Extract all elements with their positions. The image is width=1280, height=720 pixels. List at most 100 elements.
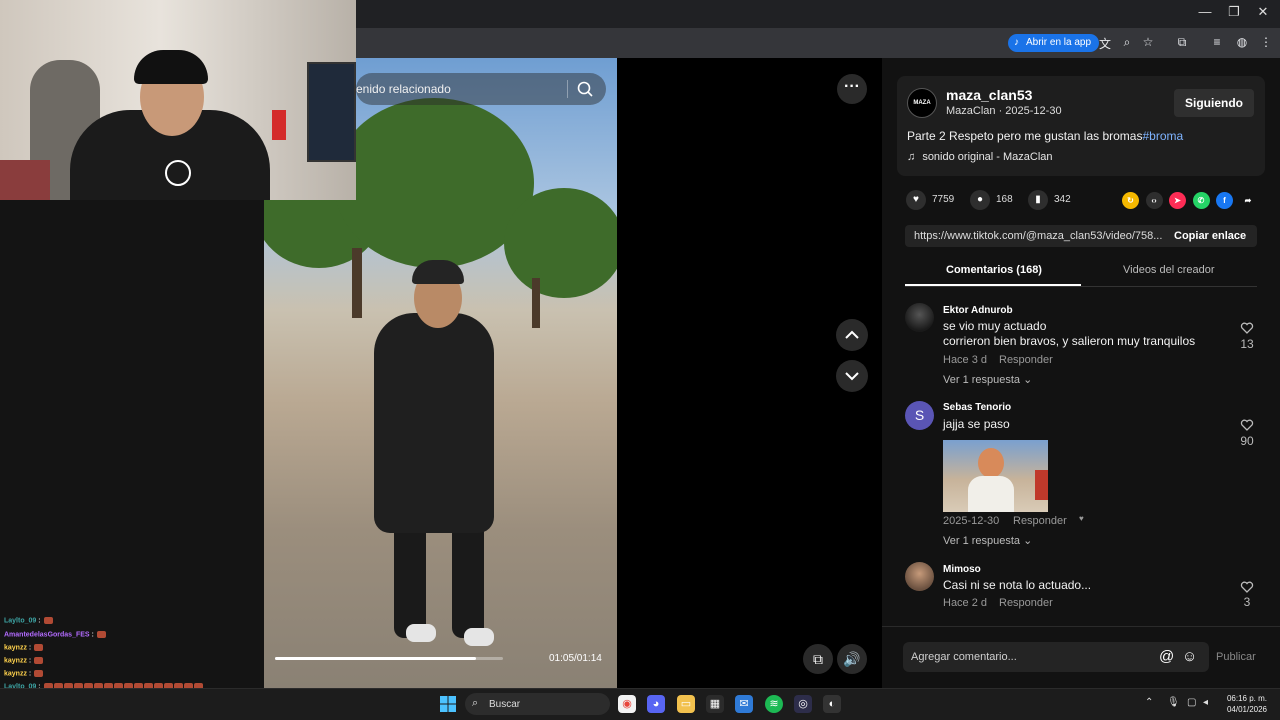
repost-icon[interactable]: ↻ — [1122, 192, 1139, 209]
taskbar-search-label: Buscar — [489, 699, 521, 710]
share-link-url[interactable]: https://www.tiktok.com/@maza_clan53/vide… — [914, 230, 1162, 242]
embed-icon[interactable]: ‹› — [1145, 192, 1163, 209]
profile-avatar-icon[interactable]: ◍ — [1234, 35, 1250, 49]
reply-button[interactable]: Responder — [999, 354, 1053, 366]
comment-bar-divider — [882, 626, 1280, 627]
channel-logo-icon — [165, 160, 191, 186]
emoji-icon[interactable]: ☺ — [1182, 648, 1197, 665]
mention-icon[interactable]: @ — [1159, 648, 1174, 665]
speaker-icon[interactable]: ◂ — [1203, 697, 1208, 708]
open-in-app-label: Abrir en la app — [1026, 37, 1092, 48]
heart-outline-icon[interactable] — [1240, 321, 1254, 335]
view-replies-button[interactable]: Ver 1 respuesta ⌄ — [943, 534, 1032, 547]
tab-creator-videos[interactable]: Videos del creador — [1123, 264, 1215, 276]
comment-author[interactable]: Mimoso — [943, 564, 981, 575]
chrome-app-icon[interactable]: ◉ — [618, 695, 636, 713]
comment-button[interactable]: ● — [970, 190, 990, 210]
reply-button[interactable]: Responder — [1013, 515, 1067, 527]
volume-button[interactable]: 🔊 — [837, 644, 867, 674]
comment-author[interactable]: Sebas Tenorio — [943, 402, 1011, 413]
zoom-icon[interactable]: ⌕ — [1119, 35, 1135, 50]
comment-time: 2025-12-30 — [943, 515, 1000, 527]
save-button[interactable]: ▮ — [1028, 190, 1048, 210]
extensions-icon[interactable]: ⧉ — [1174, 35, 1190, 50]
file-explorer-icon[interactable]: ▭ — [677, 695, 695, 713]
minimize-button[interactable]: — — [1195, 4, 1215, 19]
windows-start-icon[interactable] — [440, 696, 456, 712]
heart-outline-icon[interactable] — [1240, 580, 1254, 594]
monitor — [307, 62, 356, 162]
open-in-app-button[interactable]: ♪ Abrir en la app — [1008, 34, 1100, 52]
thumb-face — [978, 448, 1004, 478]
following-button[interactable]: Siguiendo — [1174, 89, 1254, 117]
comment-image[interactable] — [943, 440, 1048, 512]
publish-button[interactable]: Publicar — [1216, 651, 1256, 663]
share-arrow-icon[interactable]: ➦ — [1239, 192, 1257, 209]
chevron-up-icon — [845, 330, 859, 339]
comment-text: se vio muy actuado — [943, 319, 1047, 333]
sound-link[interactable]: ♫ sonido original - MazaClan — [907, 151, 1053, 163]
spotify-app-icon[interactable]: ≋ — [765, 695, 783, 713]
caption-text: Parte 2 Respeto pero me gustan las broma… — [907, 129, 1143, 143]
network-icon[interactable]: ▢ — [1187, 697, 1196, 708]
chat-username[interactable]: AmantedelasGordas_FES — [4, 631, 90, 638]
whatsapp-icon[interactable]: ✆ — [1192, 192, 1210, 209]
comment-like-count: 90 — [1240, 434, 1254, 448]
related-search-text[interactable]: enido relacionado — [356, 82, 451, 96]
store-app-icon[interactable]: ▦ — [706, 695, 724, 713]
heart-icon: ♥ — [913, 194, 919, 205]
comment-placeholder[interactable]: Agregar comentario... — [911, 651, 1017, 663]
heart-outline-icon[interactable] — [1240, 418, 1254, 432]
reply-button[interactable]: Responder — [999, 597, 1053, 609]
chat-username[interactable]: kaynzz — [4, 670, 27, 677]
comment-count: 168 — [996, 194, 1013, 205]
caption-hashtag[interactable]: #broma — [1142, 129, 1183, 143]
bookmark-star-icon[interactable]: ☆ — [1140, 35, 1156, 49]
maximize-button[interactable]: ❐ — [1224, 4, 1244, 20]
video-progress-bar[interactable] — [275, 657, 503, 660]
taskbar-clock[interactable]: 06:16 p. m. 04/01/2026 — [1224, 693, 1270, 715]
more-options-button[interactable]: ··· — [837, 74, 867, 104]
author-subline: MazaClan · 2025-12-30 — [946, 105, 1062, 117]
tree-canopy — [504, 188, 617, 298]
browser-menu-icon[interactable]: ⋮ — [1258, 35, 1274, 49]
media-control-icon[interactable]: ≡ — [1209, 35, 1225, 49]
microphone-tray-icon[interactable]: 🎙 — [1167, 697, 1180, 708]
discord-app-icon[interactable]: ◕ — [647, 695, 665, 713]
close-button[interactable]: ✕ — [1253, 4, 1273, 20]
chat-username[interactable]: kaynzz — [4, 657, 27, 664]
copy-link-button[interactable]: Copiar enlace — [1174, 230, 1246, 242]
chat-username[interactable]: kaynzz — [4, 644, 27, 651]
facebook-icon[interactable]: f — [1216, 192, 1233, 209]
chevron-down-icon: ⌄ — [1023, 535, 1033, 547]
game-app-icon[interactable]: ◎ — [794, 695, 812, 713]
chat-message: kaynzz : — [4, 644, 44, 651]
mail-app-icon[interactable]: ✉ — [735, 695, 753, 713]
comment-avatar[interactable] — [905, 562, 934, 591]
video-progress-fill — [275, 657, 476, 660]
translate-icon[interactable]: 文 — [1097, 35, 1113, 52]
send-icon[interactable]: ➤ — [1169, 192, 1186, 209]
author-avatar[interactable]: MAZA — [907, 88, 937, 118]
streaming-app-icon[interactable]: ◐ — [823, 695, 841, 713]
author-username[interactable]: maza_clan53 — [946, 87, 1032, 103]
like-button[interactable]: ♥ — [906, 190, 926, 210]
view-replies-button[interactable]: Ver 1 respuesta ⌄ — [943, 373, 1032, 386]
search-icon: ⌕ — [472, 697, 479, 709]
next-video-button[interactable] — [836, 360, 868, 392]
comment-avatar[interactable]: S — [905, 401, 934, 430]
thumb-red-object — [1035, 470, 1048, 500]
search-icon[interactable] — [576, 80, 594, 98]
chat-username[interactable]: Laylto_09 — [4, 617, 36, 624]
tree-trunk — [532, 278, 540, 328]
tab-comments[interactable]: Comentarios (168) — [946, 264, 1042, 276]
search-divider — [567, 80, 568, 98]
tray-overflow-icon[interactable]: ⌃ — [1145, 697, 1153, 708]
comment-avatar[interactable] — [905, 303, 934, 332]
floating-player-button[interactable]: ⧉ — [803, 644, 833, 674]
comment-author[interactable]: Ektor Adnurob — [943, 305, 1013, 316]
chat-message: kaynzz : — [4, 670, 44, 677]
previous-video-button[interactable] — [836, 319, 868, 351]
taskbar-search[interactable] — [465, 693, 610, 715]
chat-message: AmantedelasGordas_FES : — [4, 631, 106, 638]
